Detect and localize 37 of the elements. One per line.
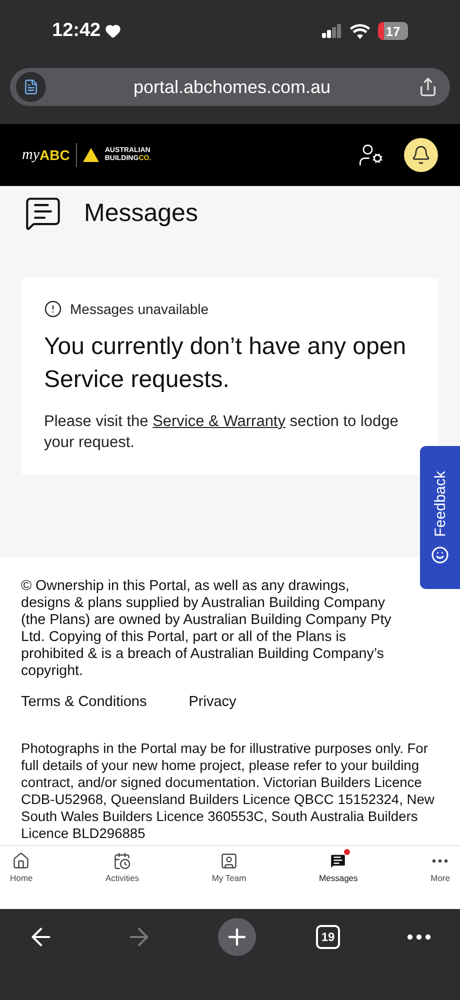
nav-item[interactable]: Home [6,846,37,909]
notice-heading: You currently don’t have any open Service requests. [44,332,408,395]
bell-icon [411,145,431,165]
address-bar[interactable]: portal.abchomes.com.au [10,68,450,106]
calendar-clock-icon [113,852,132,870]
status-time: 12:42 [52,20,101,42]
nav-item[interactable]: More [426,846,454,909]
page-icon[interactable] [16,72,46,102]
message-icon [329,852,348,870]
more-icon [407,934,431,940]
notice-text: Please visit the Service & Warranty section to lodge your request. [44,412,400,453]
share-icon[interactable] [418,77,438,97]
nav-item[interactable]: Activities [102,846,144,909]
contact-card-icon [220,852,238,870]
notice-status: Messages unavailable [70,301,209,317]
url-text: portal.abchomes.com.au [132,76,332,98]
signal-icon [322,24,342,38]
battery-indicator: 17 [378,22,408,40]
feedback-tab[interactable]: Feedback [420,446,460,589]
wifi-icon [350,24,370,38]
copyright-text: © Ownership in this Portal, as well as any drawings, designs & plans supplied by Australian Building Company (the Plans) are owned by Australian Building Company Pty Ltd. Copying of this Portal, part or all of the Plans is prohibited & is a breach of Australian Building Company’s copyright. [21,578,392,680]
alert-icon [44,300,62,318]
service-warranty-link[interactable]: Service & Warranty [152,413,286,430]
nav-item[interactable]: Messages [315,846,362,909]
smiley-icon [431,546,449,564]
more-icon [432,859,448,863]
footer-link[interactable]: Terms & Conditions [21,694,147,710]
footer-link[interactable]: Privacy [188,694,236,710]
notifications-button[interactable] [404,138,438,172]
disclaimer-text: Photographs in the Portal may be for illustrative purposes only. For full details of your new home project, please refer to your building contract, and/or signed documentation. Victorian Builders Licence CDB-U52968, Queensland Builders Licence QBCC 15152324, New South Wales Builders Licence 360553C, South Australia Builders Licence BLD296885 [21,740,436,842]
tabs-button[interactable]: 19 [316,925,340,949]
nav-item[interactable]: My Team [208,846,250,909]
new-tab-button[interactable] [218,918,256,956]
home-icon [12,852,30,870]
heart-icon [104,23,121,39]
page-title: Messages [84,198,198,228]
user-settings-icon[interactable] [358,142,384,168]
